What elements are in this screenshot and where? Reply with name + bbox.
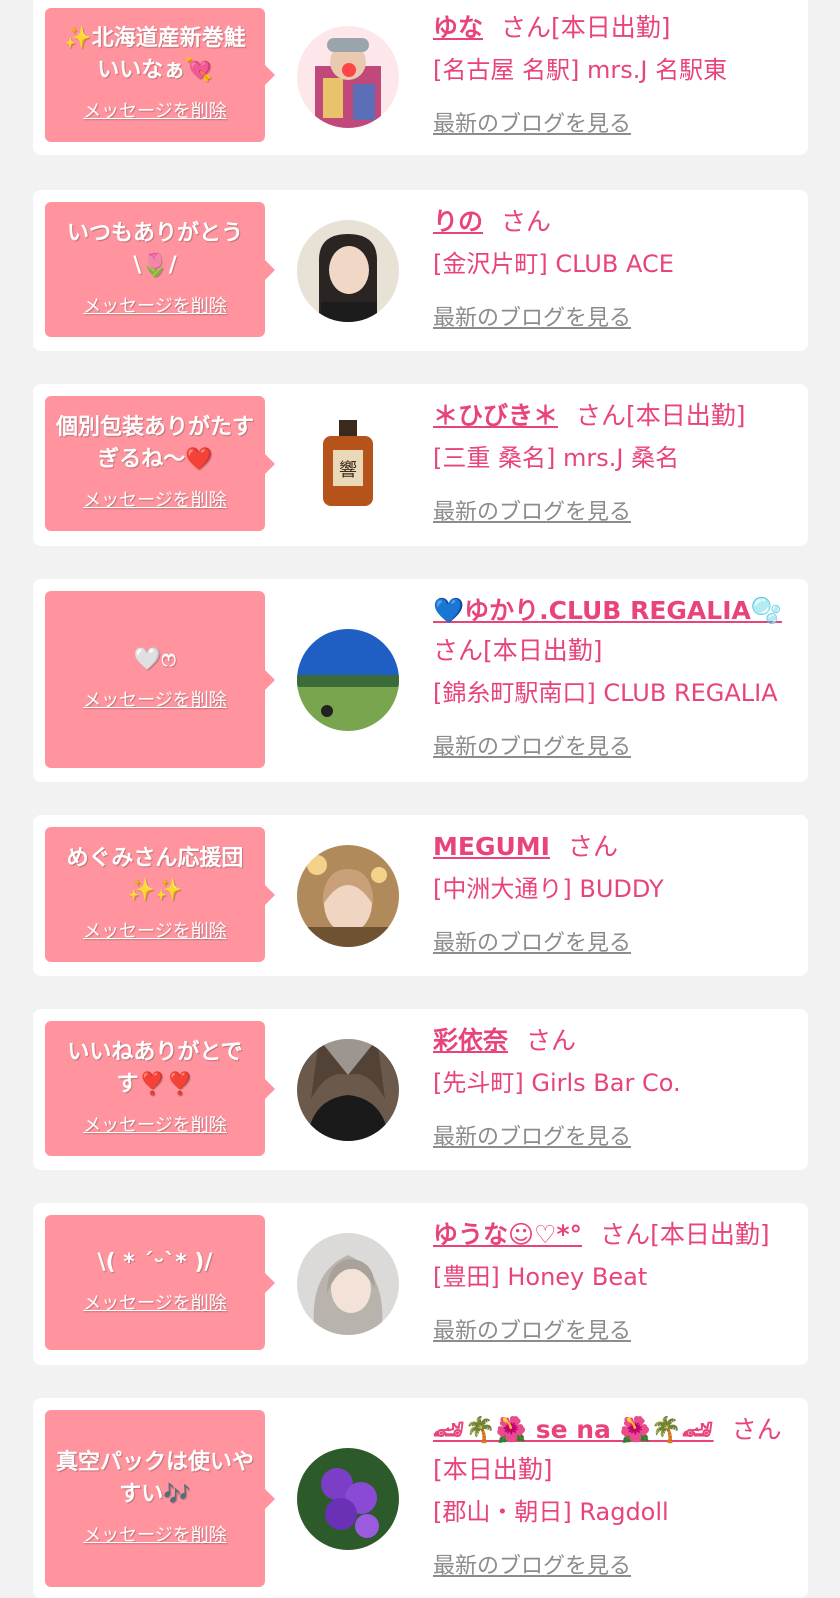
message-card: いつもありがとう\🌷/ メッセージを削除 りの さん [金沢片町] CLUB AC… (33, 190, 808, 351)
avatar-photo: 響 (297, 414, 399, 516)
avatar-photo (297, 845, 399, 947)
latest-blog-link[interactable]: 最新のブログを見る (433, 729, 631, 761)
avatar-photo (297, 1448, 399, 1550)
delete-message-link[interactable]: メッセージを削除 (83, 292, 227, 318)
sender-name[interactable]: 💙ゆかり.CLUB REGALIA🫧 (433, 596, 782, 625)
avatar[interactable] (297, 629, 399, 731)
avatar-photo (297, 1233, 399, 1335)
avatar[interactable] (297, 1448, 399, 1550)
shop-name: [三重 桑名] mrs.J 桑名 (433, 444, 680, 472)
message-bubble: 🤍ෆ メッセージを削除 (45, 591, 275, 768)
sender-suffix: さん[本日出勤] (600, 1220, 770, 1249)
message-text: \( * ˊᵕˋ* )/ (97, 1249, 213, 1275)
avatar-photo (297, 1039, 399, 1141)
avatar[interactable]: 響 (297, 414, 399, 516)
message-bubble: めぐみさん応援団✨✨ メッセージを削除 (45, 827, 275, 962)
delete-message-link[interactable]: メッセージを削除 (83, 1289, 227, 1315)
sender-info: 💙ゆかり.CLUB REGALIA🫧 さん[本日出勤] [錦糸町駅南口] CLUB… (433, 591, 798, 761)
sender-suffix: さん (501, 207, 552, 236)
message-text: いいねありがとです❣️❣️ (67, 1039, 243, 1097)
sender-name[interactable]: MEGUMI (433, 832, 550, 861)
message-text: 個別包装ありがたすぎるね〜❤️ (55, 414, 254, 472)
message-bubble: 真空パックは使いやすい🎶 メッセージを削除 (45, 1410, 275, 1587)
delete-message-link[interactable]: メッセージを削除 (83, 686, 227, 712)
sender-info: りの さん [金沢片町] CLUB ACE 最新のブログを見る (433, 202, 798, 332)
delete-message-link[interactable]: メッセージを削除 (83, 1521, 227, 1547)
message-bubble: ✨北海道産新巻鮭いいなぁ💘 メッセージを削除 (45, 8, 275, 142)
sender-name[interactable]: 🏎🌴🌺 se na 🌺🌴🏎 (433, 1415, 714, 1444)
message-bubble: いつもありがとう\🌷/ メッセージを削除 (45, 202, 275, 337)
sender-name[interactable]: ＊ひびき＊ (433, 401, 558, 430)
message-card: いいねありがとです❣️❣️ メッセージを削除 彩依奈 さん [先斗町] Girls… (33, 1009, 808, 1170)
message-card: ✨北海道産新巻鮭いいなぁ💘 メッセージを削除 ゆな さん[本日出勤] [名古屋 名… (33, 0, 808, 155)
avatar[interactable] (297, 845, 399, 947)
sender-info: 🏎🌴🌺 se na 🌺🌴🏎 さん[本日出勤] [郡山・朝日] Ragdoll 最新… (433, 1410, 798, 1580)
delete-message-link[interactable]: メッセージを削除 (83, 486, 227, 512)
delete-message-link[interactable]: メッセージを削除 (83, 97, 227, 123)
message-card: 真空パックは使いやすい🎶 メッセージを削除 🏎🌴🌺 se na 🌺🌴🏎 さん[本日… (33, 1398, 808, 1598)
avatar-photo (297, 220, 399, 322)
shop-name: [錦糸町駅南口] CLUB REGALIA (433, 679, 778, 707)
sender-name[interactable]: ゆうな☺︎♡*° (433, 1220, 582, 1249)
latest-blog-link[interactable]: 最新のブログを見る (433, 925, 631, 957)
sender-suffix: さん (526, 1026, 577, 1055)
latest-blog-link[interactable]: 最新のブログを見る (433, 300, 631, 332)
message-text: 真空パックは使いやすい🎶 (55, 1449, 254, 1507)
shop-name: [豊田] Honey Beat (433, 1263, 648, 1291)
sender-name[interactable]: ゆな (433, 13, 483, 42)
message-card: 🤍ෆ メッセージを削除 💙ゆかり.CLUB REGALIA🫧 さん[本日出勤] [… (33, 579, 808, 782)
sender-name[interactable]: りの (433, 207, 483, 236)
message-text: いつもありがとう\🌷/ (66, 220, 243, 278)
message-bubble: 個別包装ありがたすぎるね〜❤️ メッセージを削除 (45, 396, 275, 531)
avatar[interactable] (297, 220, 399, 322)
message-text: ✨北海道産新巻鮭いいなぁ💘 (64, 26, 246, 83)
shop-name: [名古屋 名駅] mrs.J 名駅東 (433, 56, 728, 84)
sender-suffix: さん[本日出勤] (433, 636, 603, 665)
message-card: 個別包装ありがたすぎるね〜❤️ メッセージを削除 響 ＊ひびき＊ さん[本日出勤]… (33, 384, 808, 546)
shop-name: [郡山・朝日] Ragdoll (433, 1498, 669, 1526)
shop-name: [金沢片町] CLUB ACE (433, 250, 674, 278)
sender-suffix: さん (567, 832, 618, 861)
sender-info: ゆな さん[本日出勤] [名古屋 名駅] mrs.J 名駅東 最新のブログを見る (433, 8, 798, 138)
message-text: めぐみさん応援団✨✨ (66, 845, 244, 903)
avatar-photo (297, 629, 399, 731)
avatar-photo (297, 26, 399, 128)
latest-blog-link[interactable]: 最新のブログを見る (433, 1119, 631, 1151)
sender-info: ＊ひびき＊ さん[本日出勤] [三重 桑名] mrs.J 桑名 最新のブログを見る (433, 396, 798, 526)
sender-suffix: さん[本日出勤] (501, 13, 671, 42)
avatar[interactable] (297, 1233, 399, 1335)
latest-blog-link[interactable]: 最新のブログを見る (433, 494, 631, 526)
message-card: めぐみさん応援団✨✨ メッセージを削除 MEGUMI さん [中洲大通り] BUD… (33, 815, 808, 976)
sender-info: MEGUMI さん [中洲大通り] BUDDY 最新のブログを見る (433, 827, 798, 957)
sender-name[interactable]: 彩依奈 (433, 1026, 508, 1055)
sender-suffix: さん[本日出勤] (576, 401, 746, 430)
shop-name: [先斗町] Girls Bar Co. (433, 1069, 681, 1097)
sender-info: 彩依奈 さん [先斗町] Girls Bar Co. 最新のブログを見る (433, 1021, 798, 1151)
message-text: 🤍ෆ (133, 646, 177, 672)
message-card: \( * ˊᵕˋ* )/ メッセージを削除 ゆうな☺︎♡*° さん[本日出勤] [… (33, 1203, 808, 1365)
svg-text:響: 響 (339, 460, 357, 481)
latest-blog-link[interactable]: 最新のブログを見る (433, 1548, 631, 1580)
message-bubble: \( * ˊᵕˋ* )/ メッセージを削除 (45, 1215, 275, 1350)
delete-message-link[interactable]: メッセージを削除 (83, 917, 227, 943)
message-bubble: いいねありがとです❣️❣️ メッセージを削除 (45, 1021, 275, 1156)
shop-name: [中洲大通り] BUDDY (433, 875, 664, 903)
latest-blog-link[interactable]: 最新のブログを見る (433, 1313, 631, 1345)
avatar[interactable] (297, 26, 399, 128)
avatar[interactable] (297, 1039, 399, 1141)
delete-message-link[interactable]: メッセージを削除 (83, 1111, 227, 1137)
sender-info: ゆうな☺︎♡*° さん[本日出勤] [豊田] Honey Beat 最新のブログを… (433, 1215, 798, 1345)
latest-blog-link[interactable]: 最新のブログを見る (433, 106, 631, 138)
